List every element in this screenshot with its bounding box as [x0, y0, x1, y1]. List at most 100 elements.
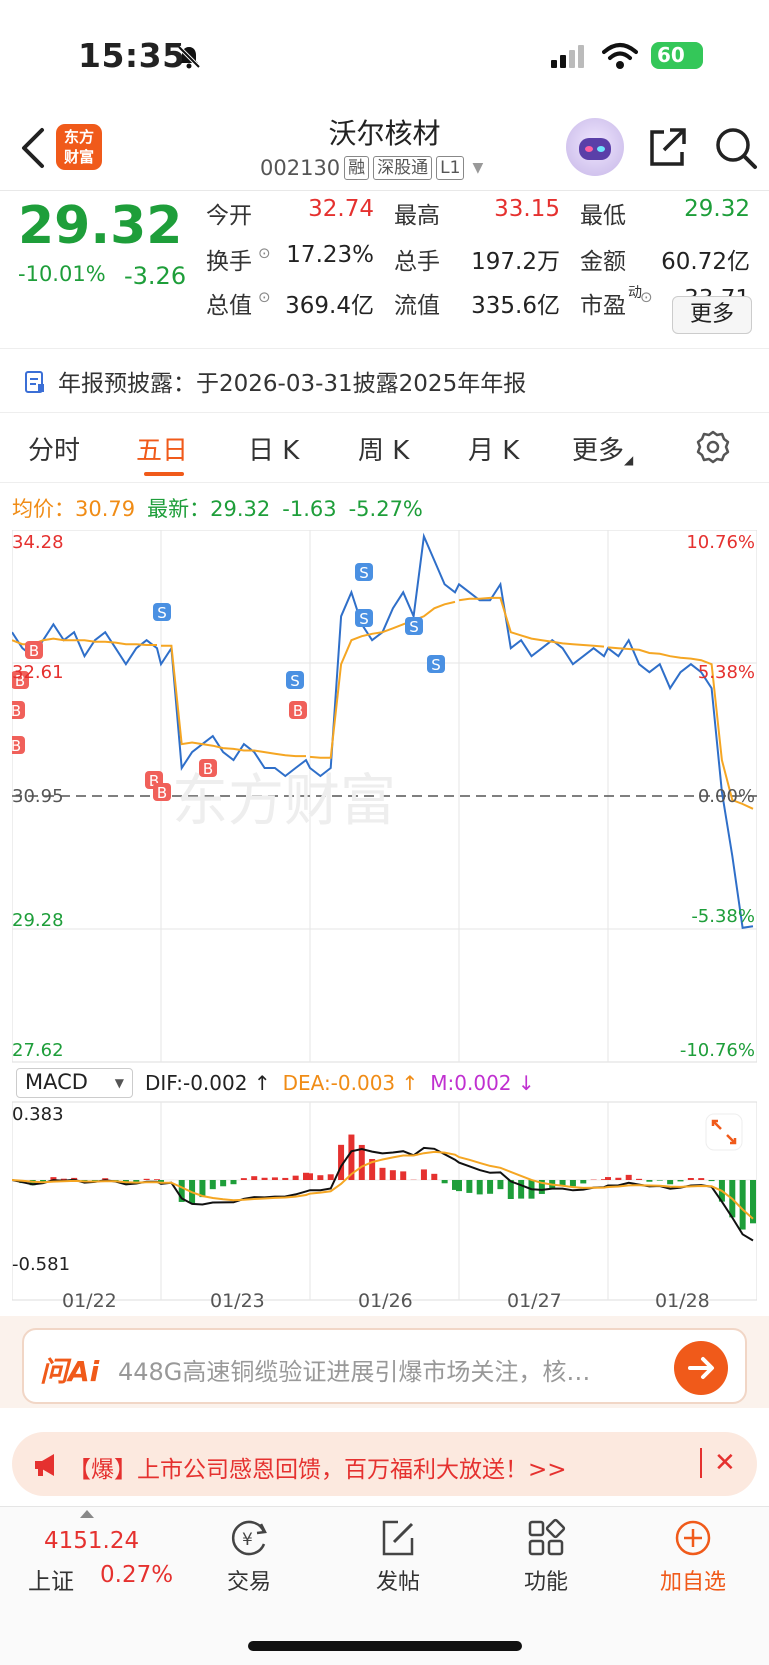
- chevron-down-icon: ▼: [472, 160, 484, 176]
- trade-markers: BBBBSBBBSBSS SS: [12, 563, 445, 802]
- assistant-avatar[interactable]: [566, 118, 624, 176]
- promo-text[interactable]: 【爆】上市公司感恩回馈，百万福利大放送！>>: [68, 1450, 567, 1484]
- tab-monthly-k[interactable]: 月 K: [468, 430, 519, 467]
- nav-trade[interactable]: ¥ 交易: [199, 1518, 299, 1596]
- macd-legend: MACD ▼ DIF:-0.002 ↑ DEA:-0.003 ↑ M:0.002 …: [16, 1068, 535, 1098]
- svg-text:S: S: [431, 656, 441, 674]
- quote-label: 最低: [580, 203, 626, 229]
- tab-more[interactable]: 更多◢: [572, 430, 633, 467]
- share-icon[interactable]: [646, 126, 688, 168]
- macd-bar: [271, 1177, 278, 1180]
- buy-marker: B: [289, 701, 307, 720]
- macd-dif: DIF:-0.002 ↑: [145, 1071, 271, 1095]
- x-date: 01/28: [655, 1290, 710, 1312]
- quote-value: 369.4亿: [285, 293, 374, 319]
- y-tick-right: -10.76%: [680, 1040, 755, 1061]
- info-icon[interactable]: ⊙: [258, 288, 271, 306]
- macd-dea-line: [12, 1150, 754, 1220]
- svg-text:¥: ¥: [242, 1530, 253, 1550]
- macd-bar: [615, 1177, 622, 1180]
- more-button[interactable]: 更多: [672, 296, 752, 334]
- svg-text:S: S: [359, 564, 369, 582]
- macd-bar: [261, 1177, 268, 1180]
- status-time: 15:35: [78, 36, 186, 75]
- quote-value: 32.74: [308, 196, 374, 222]
- macd-bottom-tick: -0.581: [12, 1254, 70, 1275]
- nav-post-label: 发帖: [375, 1570, 420, 1595]
- ai-logo: 问Ai: [40, 1355, 100, 1388]
- close-icon[interactable]: ✕: [714, 1448, 736, 1478]
- nav-add-watchlist[interactable]: 加自选: [643, 1518, 743, 1596]
- svg-text:S: S: [359, 610, 369, 628]
- nav-functions-label: 功能: [523, 1570, 568, 1595]
- y-tick-right: -5.38%: [691, 906, 755, 927]
- megaphone-icon: [35, 1454, 54, 1476]
- legend-percent: -5.27%: [348, 497, 423, 521]
- settings-icon[interactable]: [696, 430, 730, 464]
- ai-prompt-text[interactable]: 448G高速铜缆验证进展引爆市场关注，核…: [118, 1352, 658, 1387]
- macd-bar: [497, 1180, 504, 1190]
- macd-bar: [400, 1171, 407, 1180]
- macd-bar: [317, 1175, 324, 1180]
- active-tab-indicator: [144, 472, 184, 476]
- macd-bar: [687, 1178, 694, 1180]
- sell-marker: S: [153, 603, 171, 622]
- macd-bar: [739, 1180, 746, 1230]
- index-value[interactable]: 4151.24: [44, 1528, 139, 1554]
- macd-bar: [698, 1178, 705, 1180]
- svg-text:B: B: [293, 702, 303, 720]
- buy-marker: B: [12, 701, 25, 720]
- tab-daily-k[interactable]: 日 K: [248, 430, 299, 467]
- bell-off-icon: [177, 45, 201, 69]
- tab-weekly-k[interactable]: 周 K: [358, 430, 409, 467]
- quote-value: 17.23%: [286, 242, 374, 268]
- search-icon[interactable]: [714, 126, 758, 170]
- ai-send-button[interactable]: [674, 1341, 728, 1395]
- notice-icon: [25, 371, 44, 393]
- nav-functions[interactable]: 功能: [496, 1518, 596, 1596]
- quote-label: 今开: [206, 203, 252, 229]
- macd-bar: [327, 1174, 334, 1180]
- macd-bar: [251, 1176, 258, 1180]
- indicator-select-label: MACD: [25, 1070, 88, 1094]
- change-value: -3.26: [124, 262, 187, 290]
- tab-intraday[interactable]: 分时: [28, 430, 80, 467]
- macd-top-tick: 0.383: [12, 1104, 64, 1125]
- stock-code-row[interactable]: 002130 融 深股通 L1 ▼: [260, 156, 483, 180]
- macd-bar: [379, 1167, 386, 1180]
- x-date: 01/27: [507, 1290, 562, 1312]
- tab-five-day[interactable]: 五日: [136, 430, 188, 467]
- macd-bar: [154, 1179, 160, 1180]
- macd-dif-line: [12, 1146, 754, 1242]
- five-day-chart[interactable]: 东方财富 BBBBSBBBSBSS SS 34.28 32.61 30.95 29…: [12, 530, 757, 1310]
- y-tick-left: 27.62: [12, 1040, 64, 1061]
- macd-bar: [580, 1180, 587, 1184]
- y-tick-left: 34.28: [12, 532, 64, 553]
- buy-marker: B: [12, 736, 25, 755]
- add-circle-icon: [675, 1520, 711, 1556]
- arrow-right-icon: [688, 1357, 714, 1379]
- sell-marker: S: [427, 655, 445, 674]
- macd-bar: [420, 1169, 427, 1180]
- macd-bar: [143, 1178, 150, 1180]
- annual-report-notice[interactable]: 年报预披露：于2026-03-31披露2025年年报: [58, 364, 526, 398]
- tab-more-label: 更多: [572, 436, 625, 466]
- nav-trade-label: 交易: [226, 1570, 271, 1595]
- index-name[interactable]: 上证: [28, 1562, 74, 1596]
- avg-value: 30.79: [75, 497, 136, 521]
- nav-post[interactable]: 发帖: [348, 1518, 448, 1596]
- quote-label: 市盈: [580, 293, 626, 319]
- last-label: 最新：: [147, 497, 211, 521]
- macd-bar: [466, 1180, 473, 1193]
- macd-bar: [307, 1173, 313, 1180]
- header-divider: [0, 190, 769, 191]
- avg-label: 均价：: [12, 497, 75, 521]
- info-icon[interactable]: ⊙: [258, 244, 271, 262]
- sell-marker: S: [355, 609, 373, 628]
- macd-m: M:0.002 ↓: [430, 1071, 535, 1095]
- indicator-select[interactable]: MACD ▼: [16, 1068, 133, 1098]
- macd-bar: [636, 1178, 643, 1180]
- expand-icon[interactable]: [705, 1113, 743, 1151]
- grid-icon: [528, 1518, 566, 1556]
- index-percent[interactable]: 0.27%: [100, 1562, 173, 1588]
